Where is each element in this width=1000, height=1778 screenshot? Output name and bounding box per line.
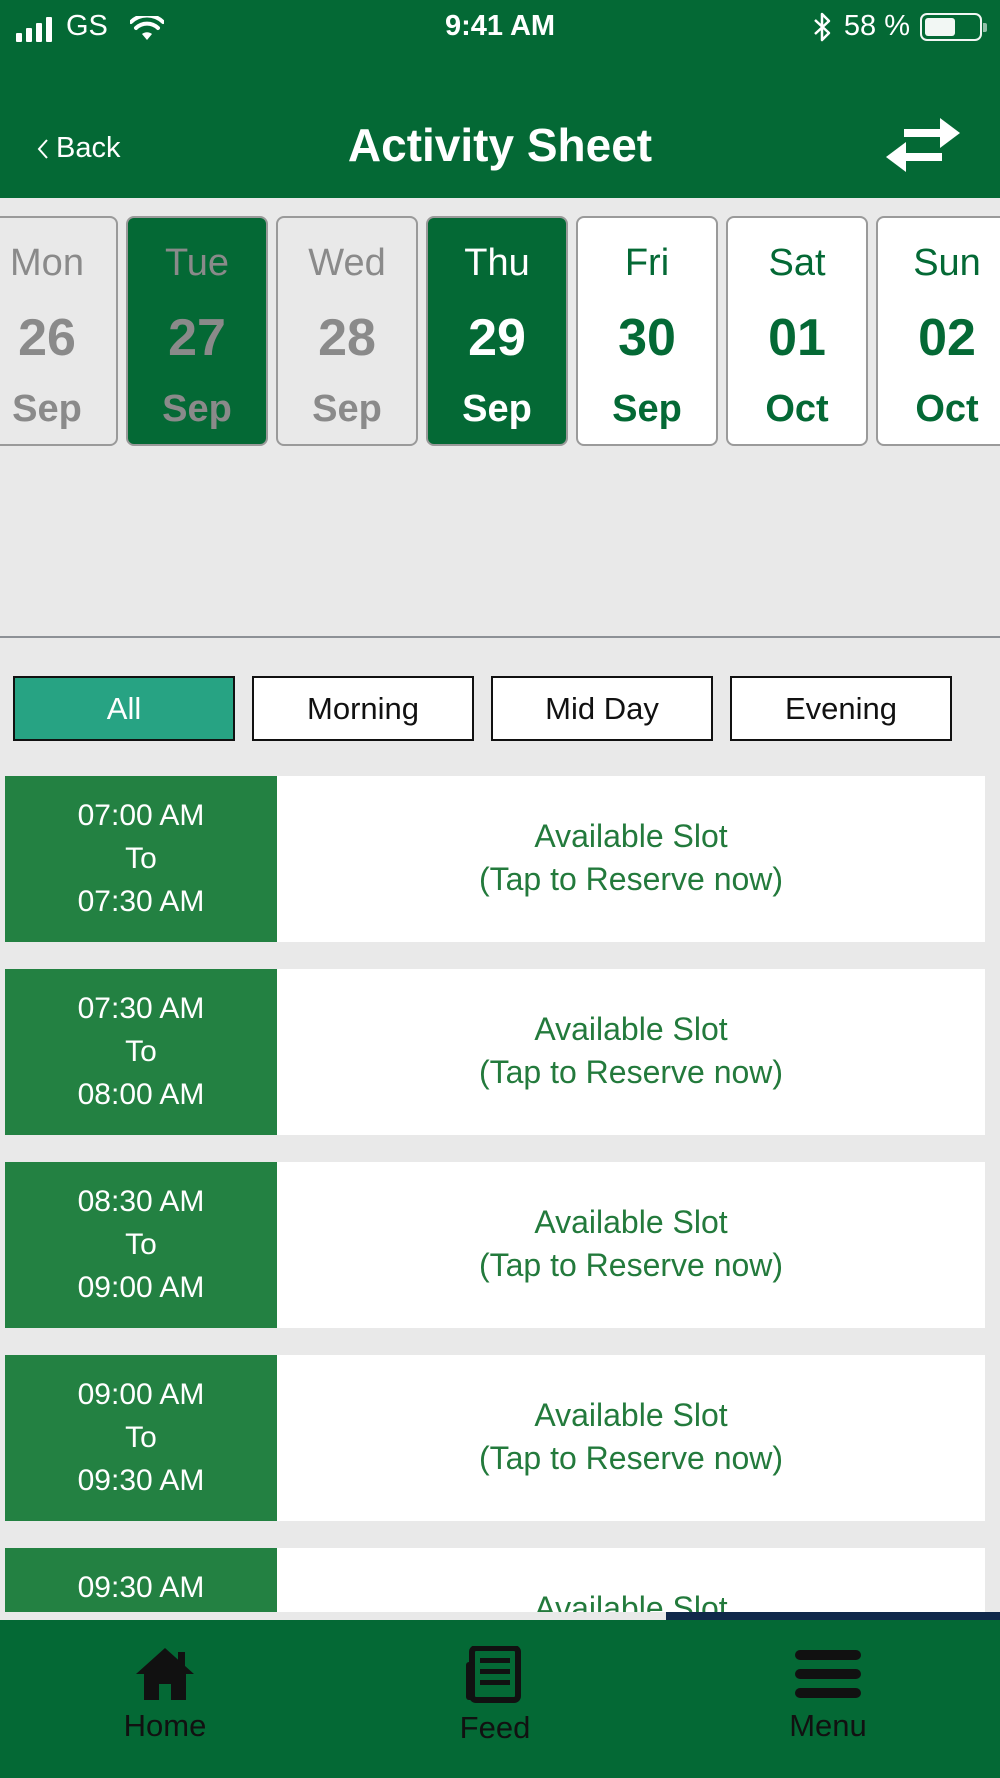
tab-bar: Home Feed Menu	[0, 1620, 1000, 1778]
date-name: Sun	[913, 242, 981, 284]
bluetooth-icon	[814, 12, 831, 41]
date-item-thu[interactable]: Thu 29 Sep	[426, 216, 568, 446]
tab-feed-label: Feed	[459, 1710, 531, 1745]
date-month: Sep	[162, 388, 232, 430]
slot-row[interactable]: 07:00 AM To 07:30 AM Available Slot (Tap to …	[5, 776, 985, 942]
battery-percent: 58 %	[843, 10, 910, 42]
slot-status: Available Slot	[534, 1397, 728, 1433]
date-num: 26	[18, 309, 76, 367]
date-name: Mon	[10, 242, 84, 284]
slot-row[interactable]: 07:30 AM To 08:00 AM Available Slot (Tap to …	[5, 969, 985, 1135]
slot-time: 07:00 AM To 07:30 AM	[5, 776, 277, 942]
date-num: 02	[918, 309, 976, 367]
slot-row[interactable]: 09:00 AM To 09:30 AM Available Slot (Tap to …	[5, 1355, 985, 1521]
date-month: Sep	[12, 388, 82, 430]
slot-time-sep: To	[125, 1035, 157, 1068]
date-num: 01	[768, 309, 826, 367]
slot-hint: (Tap to Reserve now)	[478, 1054, 784, 1090]
date-item-mon[interactable]: Mon 26 Sep	[0, 216, 118, 446]
date-num: 30	[618, 309, 676, 367]
battery-fill	[925, 17, 955, 36]
navigation-bar: Back Activity Sheet	[0, 100, 1000, 198]
date-num: 29	[468, 309, 526, 367]
date-name: Tue	[164, 242, 230, 284]
date-month: Oct	[765, 388, 829, 430]
battery-icon	[920, 12, 987, 41]
date-item-tue[interactable]: Tue 27 Sep	[126, 216, 268, 446]
slot-time-sep: To	[125, 1228, 157, 1261]
slot-time: 08:30 AM To 09:00 AM	[5, 1162, 277, 1328]
slot-status: Available Slot	[534, 818, 728, 854]
scroll-indicator	[666, 1612, 1000, 1620]
slot-time-start: 09:00 AM	[77, 1378, 205, 1411]
date-name: Thu	[464, 242, 530, 284]
slot-status: Available Slot	[534, 1011, 728, 1047]
date-strip[interactable]: Mon 26 Sep Tue 27 Sep Wed 28 Sep Thu 29 Sep Fri 30 Sep…	[0, 198, 1000, 638]
slot-time: 09:30 AMTo	[5, 1548, 277, 1612]
date-num: 28	[318, 309, 376, 367]
status-bar: GS 9:41 AM 58 %	[0, 0, 1000, 56]
slot-row[interactable]: 08:30 AM To 09:00 AM Available Slot (Tap to …	[5, 1162, 985, 1328]
slot-availability[interactable]: Available Slot (Tap to Reserve now)	[277, 1162, 985, 1328]
slot-time-end: 07:30 AM	[77, 885, 205, 918]
status-right: 58 %	[812, 10, 987, 43]
filter-evening[interactable]: Evening	[730, 676, 952, 741]
slot-time: 07:30 AM To 08:00 AM	[5, 969, 277, 1135]
page-title: Activity Sheet	[347, 119, 653, 171]
slot-row[interactable]: 09:30 AMToAvailable Slot(Tap to Reserve …	[5, 1548, 985, 1612]
slot-hint: (Tap to Reserve now)	[478, 1440, 784, 1476]
date-month: Oct	[915, 388, 979, 430]
filter-all[interactable]: All	[13, 676, 235, 741]
date-item-fri[interactable]: Fri 30 Sep	[576, 216, 718, 446]
scroll-indicator-track	[0, 1612, 1000, 1620]
date-name: Fri	[624, 242, 670, 284]
slot-availability[interactable]: Available Slot (Tap to Reserve now)	[277, 1355, 985, 1521]
slot-time-end: 09:00 AM	[77, 1271, 205, 1304]
slot-status: Available Slot	[534, 1590, 728, 1612]
date-item-sat[interactable]: Sat 01 Oct	[726, 216, 868, 446]
date-name: Sat	[768, 242, 826, 284]
slot-list[interactable]: 07:00 AM To 07:30 AM Available Slot (Tap to …	[0, 776, 1000, 1612]
slot-time-start: 07:00 AM	[77, 799, 205, 832]
date-month: Sep	[312, 388, 382, 430]
slot-time-start: 07:30 AM	[77, 992, 205, 1025]
slot-availability[interactable]: Available Slot(Tap to Reserve now)	[277, 1548, 985, 1612]
tab-feed[interactable]: Feed	[395, 1646, 595, 1746]
tab-menu[interactable]: Menu	[728, 1646, 928, 1744]
slot-availability[interactable]: Available Slot (Tap to Reserve now)	[277, 776, 985, 942]
home-icon	[136, 1648, 194, 1700]
swap-arrows-icon[interactable]	[884, 116, 962, 174]
newspaper-icon	[466, 1646, 521, 1703]
hamburger-menu-icon	[795, 1650, 861, 1698]
slot-availability[interactable]: Available Slot (Tap to Reserve now)	[277, 969, 985, 1135]
slot-status: Available Slot	[534, 1204, 728, 1240]
tab-home-label: Home	[123, 1708, 207, 1743]
slot-time-sep: To	[125, 842, 157, 875]
slot-time-end: 08:00 AM	[77, 1078, 205, 1111]
date-month: Sep	[462, 388, 532, 430]
date-name: Wed	[308, 242, 386, 284]
filter-morning[interactable]: Morning	[252, 676, 474, 741]
slot-time: 09:00 AM To 09:30 AM	[5, 1355, 277, 1521]
tab-menu-label: Menu	[789, 1708, 867, 1743]
date-month: Sep	[612, 388, 682, 430]
date-num: 27	[168, 309, 226, 367]
slot-hint: (Tap to Reserve now)	[478, 861, 784, 897]
filter-mid-day[interactable]: Mid Day	[491, 676, 713, 741]
slot-time-end: 09:30 AM	[77, 1464, 205, 1497]
slot-time-start: 09:30 AM	[77, 1571, 205, 1604]
slot-time-sep: To	[125, 1421, 157, 1454]
date-item-sun[interactable]: Sun 02 Oct	[876, 216, 1000, 446]
slot-time-start: 08:30 AM	[77, 1185, 205, 1218]
header: GS 9:41 AM 58 % Back Activity Sheet	[0, 0, 1000, 198]
date-item-wed[interactable]: Wed 28 Sep	[276, 216, 418, 446]
slot-hint: (Tap to Reserve now)	[478, 1247, 784, 1283]
tab-home[interactable]: Home	[65, 1646, 265, 1744]
